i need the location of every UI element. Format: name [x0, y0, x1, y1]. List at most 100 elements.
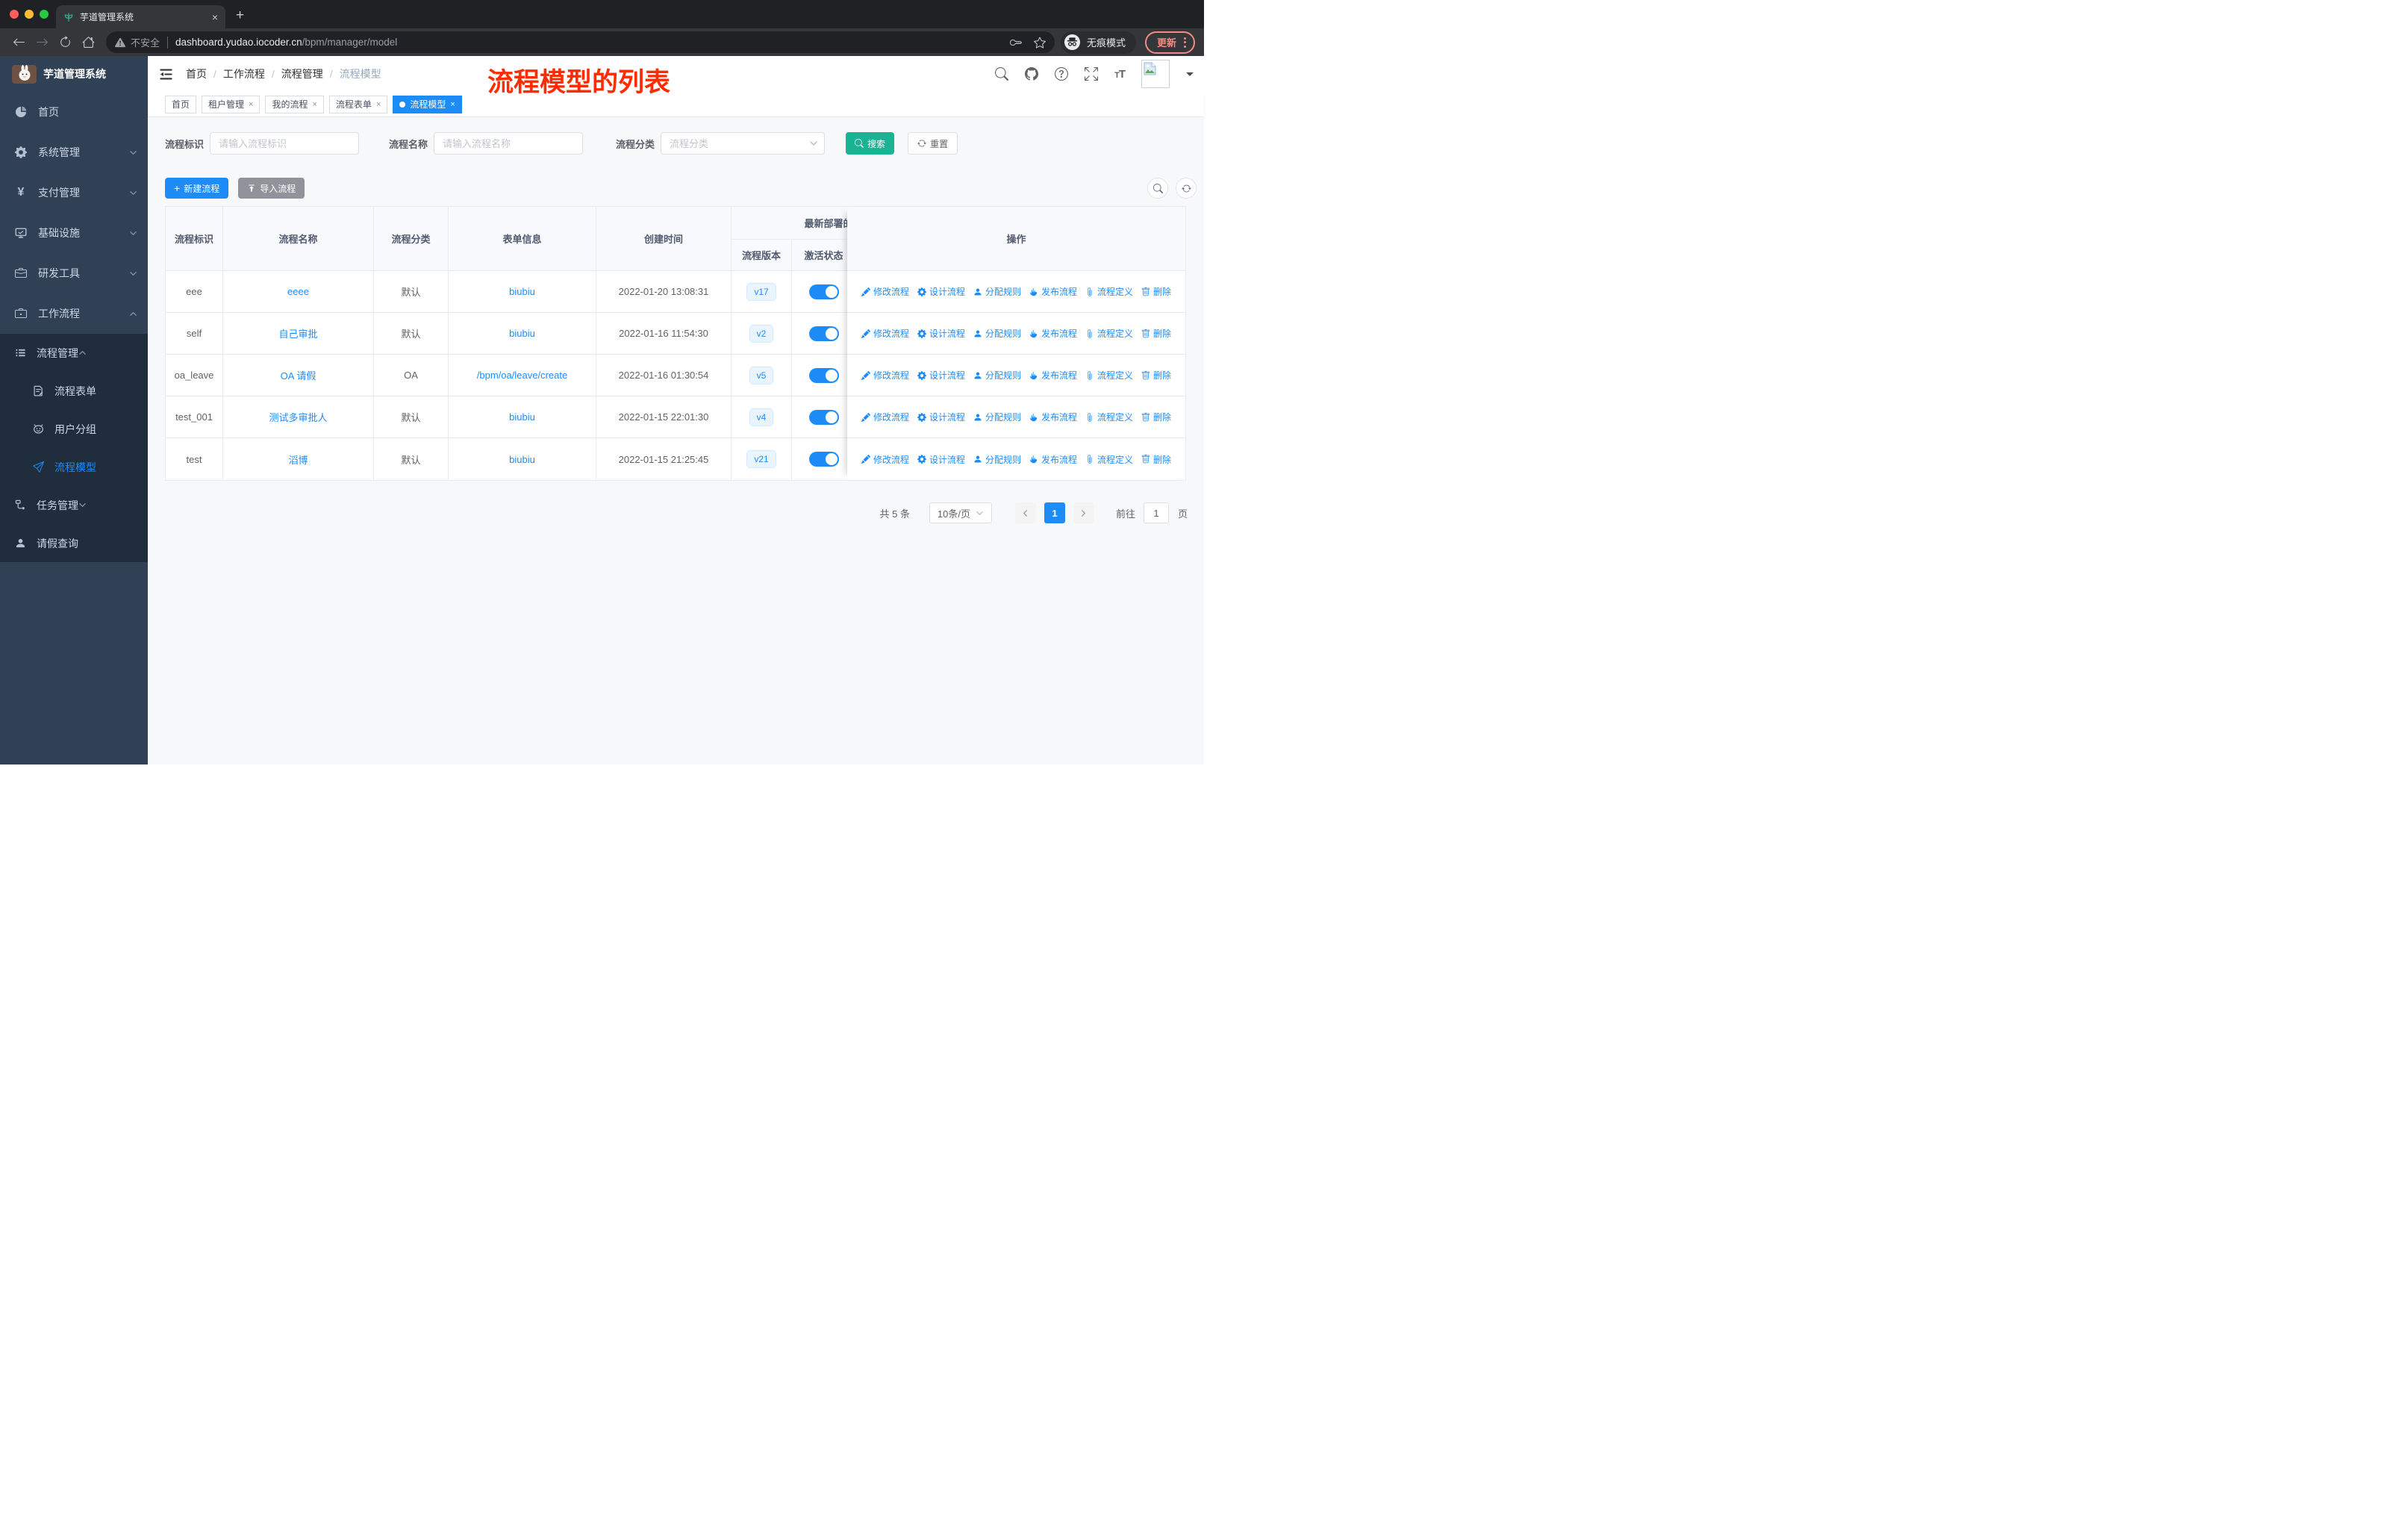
- filter-key-input[interactable]: [210, 132, 360, 155]
- avatar[interactable]: [1141, 60, 1170, 88]
- delete-action[interactable]: 删除: [1141, 411, 1171, 423]
- active-toggle[interactable]: [808, 367, 839, 383]
- flow-name-link[interactable]: 自己审批: [278, 326, 317, 340]
- publish-flow-action[interactable]: 发布流程: [1029, 285, 1077, 298]
- flow-name-link[interactable]: 测试多审批人: [269, 410, 327, 424]
- assign-rule-action[interactable]: 分配规则: [973, 453, 1021, 466]
- sidebar-item-process-form[interactable]: 流程表单: [0, 372, 148, 410]
- form-info-link[interactable]: biubiu: [509, 286, 535, 297]
- sidebar-item-process-mgmt[interactable]: 流程管理: [0, 334, 148, 372]
- maximize-window-button[interactable]: [40, 10, 49, 19]
- url-bar[interactable]: 不安全 dashboard.yudao.iocoder.cn /bpm/mana…: [106, 31, 1055, 53]
- design-flow-action[interactable]: 设计流程: [917, 327, 965, 340]
- sidebar-item-user-group[interactable]: 用户分组: [0, 410, 148, 448]
- import-flow-button[interactable]: 导入流程: [238, 178, 305, 199]
- sidebar-item-infra[interactable]: 基础设施: [0, 213, 148, 253]
- design-flow-action[interactable]: 设计流程: [917, 411, 965, 423]
- flow-definition-action[interactable]: 流程定义: [1085, 369, 1133, 382]
- form-info-link[interactable]: biubiu: [509, 328, 535, 339]
- active-toggle[interactable]: [808, 409, 839, 425]
- design-flow-action[interactable]: 设计流程: [917, 369, 965, 382]
- search-icon[interactable]: [995, 67, 1009, 81]
- edit-flow-action[interactable]: 修改流程: [861, 327, 909, 340]
- active-toggle[interactable]: [808, 452, 839, 467]
- goto-page-input[interactable]: [1143, 502, 1169, 523]
- refresh-table-button[interactable]: [1176, 178, 1197, 199]
- next-page-button[interactable]: [1073, 502, 1094, 523]
- sidebar-item-payment[interactable]: ¥ 支付管理: [0, 172, 148, 213]
- security-warning-icon[interactable]: [115, 37, 125, 48]
- delete-action[interactable]: 删除: [1141, 285, 1171, 298]
- breadcrumb-workflow[interactable]: 工作流程: [223, 66, 265, 81]
- assign-rule-action[interactable]: 分配规则: [973, 369, 1021, 382]
- publish-flow-action[interactable]: 发布流程: [1029, 411, 1077, 423]
- font-size-icon[interactable]: TT: [1114, 68, 1126, 81]
- filter-category-select[interactable]: [661, 132, 826, 155]
- breadcrumb-process-mgmt[interactable]: 流程管理: [281, 66, 323, 81]
- github-icon[interactable]: [1025, 67, 1039, 81]
- close-window-button[interactable]: [10, 10, 19, 19]
- forward-icon[interactable]: [36, 36, 49, 49]
- update-chip[interactable]: 更新: [1144, 31, 1195, 54]
- flow-definition-action[interactable]: 流程定义: [1085, 411, 1133, 423]
- delete-action[interactable]: 删除: [1141, 369, 1171, 382]
- sidebar-item-task-mgmt[interactable]: 任务管理: [0, 486, 148, 524]
- password-key-icon[interactable]: [1009, 37, 1022, 49]
- new-tab-button[interactable]: +: [236, 7, 244, 24]
- prev-page-button[interactable]: [1014, 502, 1036, 523]
- form-info-link[interactable]: /bpm/oa/leave/create: [477, 370, 567, 381]
- edit-flow-action[interactable]: 修改流程: [861, 285, 909, 298]
- flow-name-link[interactable]: eeee: [287, 286, 309, 297]
- tag-close-icon[interactable]: ×: [450, 100, 455, 109]
- tag-close-icon[interactable]: ×: [312, 100, 316, 109]
- tag-close-icon[interactable]: ×: [376, 100, 381, 109]
- sidebar-item-home[interactable]: 首页: [0, 92, 148, 132]
- publish-flow-action[interactable]: 发布流程: [1029, 327, 1077, 340]
- help-icon[interactable]: [1055, 67, 1069, 81]
- reload-icon[interactable]: [59, 36, 72, 49]
- bookmark-star-icon[interactable]: [1033, 36, 1046, 49]
- minimize-window-button[interactable]: [25, 10, 34, 19]
- assign-rule-action[interactable]: 分配规则: [973, 327, 1021, 340]
- flow-definition-action[interactable]: 流程定义: [1085, 453, 1133, 466]
- assign-rule-action[interactable]: 分配规则: [973, 411, 1021, 423]
- publish-flow-action[interactable]: 发布流程: [1029, 369, 1077, 382]
- flow-definition-action[interactable]: 流程定义: [1085, 285, 1133, 298]
- tag-process-model[interactable]: 流程模型 ×: [393, 95, 462, 113]
- search-button[interactable]: 搜索: [846, 132, 895, 155]
- delete-action[interactable]: 删除: [1141, 327, 1171, 340]
- tab-close-icon[interactable]: ×: [212, 12, 218, 22]
- tag-tenant-mgmt[interactable]: 租户管理 ×: [202, 95, 261, 113]
- assign-rule-action[interactable]: 分配规则: [973, 285, 1021, 298]
- edit-flow-action[interactable]: 修改流程: [861, 453, 909, 466]
- tag-my-process[interactable]: 我的流程 ×: [265, 95, 324, 113]
- flow-name-link[interactable]: 滔博: [288, 452, 308, 467]
- sidebar-item-process-model[interactable]: 流程模型: [0, 448, 148, 486]
- security-label[interactable]: 不安全: [131, 35, 160, 49]
- design-flow-action[interactable]: 设计流程: [917, 453, 965, 466]
- back-icon[interactable]: [13, 36, 25, 49]
- flow-definition-action[interactable]: 流程定义: [1085, 327, 1133, 340]
- home-icon[interactable]: [82, 36, 95, 49]
- sidebar-item-leave-query[interactable]: 请假查询: [0, 524, 148, 562]
- browser-menu-icon[interactable]: [1184, 37, 1186, 48]
- form-info-link[interactable]: biubiu: [509, 411, 535, 423]
- browser-tab[interactable]: 芋道管理系统 ×: [56, 5, 225, 28]
- fullscreen-icon[interactable]: [1085, 67, 1099, 81]
- active-toggle[interactable]: [808, 284, 839, 299]
- sidebar-item-system[interactable]: 系统管理: [0, 132, 148, 172]
- publish-flow-action[interactable]: 发布流程: [1029, 453, 1077, 466]
- sidebar-item-workflow[interactable]: 工作流程: [0, 293, 148, 334]
- collapse-sidebar-icon[interactable]: [159, 67, 173, 81]
- breadcrumb-home[interactable]: 首页: [186, 66, 207, 81]
- active-toggle[interactable]: [808, 326, 839, 341]
- delete-action[interactable]: 删除: [1141, 453, 1171, 466]
- filter-name-input[interactable]: [434, 132, 584, 155]
- form-info-link[interactable]: biubiu: [509, 454, 535, 465]
- page-1-button[interactable]: 1: [1044, 502, 1065, 523]
- create-flow-button[interactable]: + 新建流程: [165, 178, 229, 199]
- avatar-caret-icon[interactable]: [1186, 72, 1194, 80]
- tag-process-form[interactable]: 流程表单 ×: [328, 95, 388, 113]
- show-search-toggle-button[interactable]: [1147, 178, 1168, 199]
- edit-flow-action[interactable]: 修改流程: [861, 369, 909, 382]
